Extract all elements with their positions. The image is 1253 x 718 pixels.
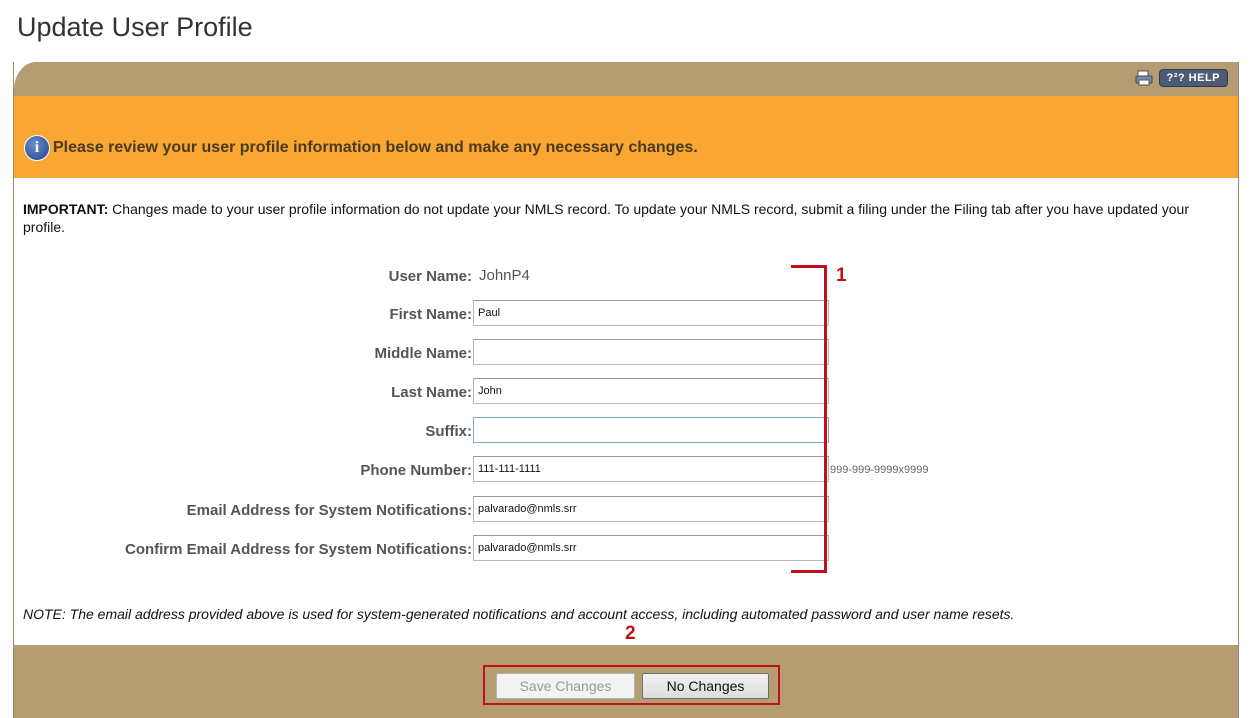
first-name-label: First Name: — [389, 306, 472, 323]
row-email: Email Address for System Notifications: — [14, 496, 1240, 524]
phone-input[interactable] — [473, 456, 829, 482]
user-name-value: JohnP4 — [479, 267, 530, 284]
last-name-label: Last Name: — [391, 384, 472, 401]
annotation-bracket — [791, 265, 827, 573]
annotation-marker-2: 2 — [625, 623, 636, 644]
important-text: Changes made to your user profile inform… — [23, 201, 1189, 235]
important-notice: IMPORTANT: Changes made to your user pro… — [23, 200, 1223, 236]
row-last-name: Last Name: — [14, 378, 1240, 406]
profile-panel: ?²? HELP i Please review your user profi… — [13, 62, 1239, 718]
confirm-email-input[interactable] — [473, 535, 829, 561]
print-icon[interactable] — [1135, 70, 1153, 86]
phone-format-hint: 999-999-9999x9999 — [830, 464, 929, 476]
suffix-label: Suffix: — [425, 423, 472, 440]
email-note: NOTE: The email address provided above i… — [23, 606, 1015, 622]
middle-name-input[interactable] — [473, 339, 829, 365]
phone-label: Phone Number: — [360, 462, 472, 479]
row-first-name: First Name: — [14, 300, 1240, 328]
help-button[interactable]: ?²? HELP — [1158, 69, 1228, 87]
row-suffix: Suffix: — [14, 417, 1240, 445]
info-icon: i — [24, 135, 50, 161]
row-confirm-email: Confirm Email Address for System Notific… — [14, 535, 1240, 563]
panel-toolbar: ?²? HELP — [14, 62, 1238, 96]
save-changes-button[interactable]: Save Changes — [496, 673, 635, 699]
important-prefix: IMPORTANT: — [23, 201, 109, 217]
annotation-marker-1: 1 — [836, 265, 847, 286]
row-middle-name: Middle Name: — [14, 339, 1240, 367]
first-name-input[interactable] — [473, 300, 829, 326]
middle-name-label: Middle Name: — [374, 345, 472, 362]
user-name-label: User Name: — [388, 268, 472, 285]
toolbar-icons: ?²? HELP — [1135, 69, 1228, 87]
suffix-input[interactable] — [473, 417, 829, 443]
confirm-email-label: Confirm Email Address for System Notific… — [124, 541, 472, 558]
info-banner: i Please review your user profile inform… — [14, 96, 1238, 178]
row-user-name: User Name: JohnP4 — [14, 262, 1240, 290]
last-name-input[interactable] — [473, 378, 829, 404]
page-title: Update User Profile — [17, 12, 253, 42]
annotation-button-box: Save Changes No Changes — [483, 665, 780, 705]
email-input[interactable] — [473, 496, 829, 522]
row-phone: Phone Number: 999-999-9999x9999 — [14, 456, 1240, 484]
email-label: Email Address for System Notifications: — [186, 502, 472, 519]
info-message: Please review your user profile informat… — [53, 139, 698, 156]
button-bar: Save Changes No Changes — [14, 645, 1238, 718]
no-changes-button[interactable]: No Changes — [642, 673, 769, 699]
